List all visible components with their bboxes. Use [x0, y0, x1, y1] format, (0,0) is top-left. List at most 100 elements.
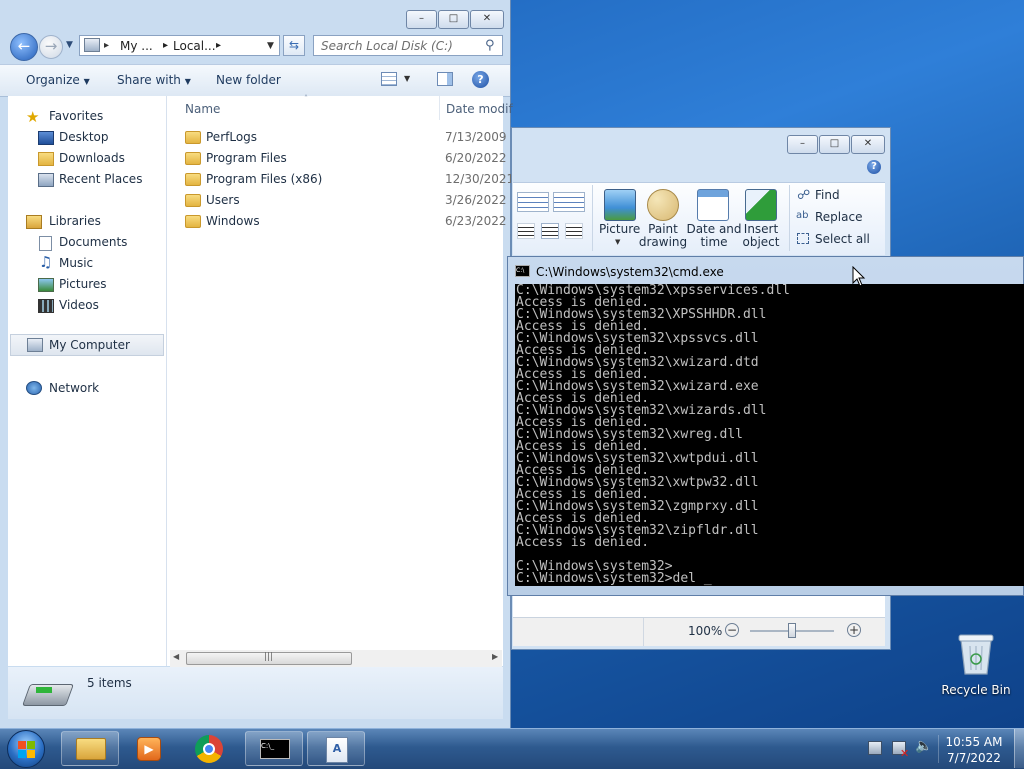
maximize-button[interactable]: □	[438, 10, 469, 29]
breadcrumb-separator-icon: ▸	[163, 40, 169, 51]
preview-pane-icon[interactable]	[437, 72, 453, 86]
find-button[interactable]: Find	[815, 188, 840, 202]
justify-icon[interactable]	[541, 223, 559, 239]
paragraph-icon[interactable]	[565, 223, 583, 239]
address-bar[interactable]: ▸ My ... ▸ Local... ▸ ▼	[79, 35, 280, 56]
folder-icon	[185, 194, 201, 207]
file-date: 6/23/2022 7	[445, 214, 518, 228]
nav-documents[interactable]: Documents	[59, 235, 127, 249]
select-all-button[interactable]: Select all	[815, 232, 870, 246]
column-header-name[interactable]: Name	[185, 102, 220, 116]
breadcrumb-local-disk[interactable]: Local...	[173, 39, 216, 53]
close-button[interactable]: ✕	[851, 135, 885, 154]
explorer-window: – □ ✕ ← → ▼ ▸ My ... ▸ Local... ▸ ▼ ⇆ Se…	[0, 0, 518, 728]
minimize-button[interactable]: –	[406, 10, 437, 29]
scroll-left-icon[interactable]: ◀	[173, 652, 179, 661]
windows-logo-part	[27, 750, 35, 758]
nav-network[interactable]: Network	[49, 381, 99, 395]
address-dropdown-icon[interactable]: ▼	[267, 41, 274, 51]
paint-drawing-button[interactable]: Paint drawing	[637, 223, 689, 249]
picture-icon[interactable]	[604, 189, 636, 221]
search-input[interactable]: Search Local Disk (C:) ⚲	[313, 35, 503, 56]
folder-icon	[185, 131, 201, 144]
date-and-time-button[interactable]: Date and time	[686, 223, 742, 249]
cmd-icon: C:\	[515, 265, 530, 277]
item-count: 5 items	[87, 676, 132, 690]
file-name: Program Files (x86)	[206, 172, 323, 186]
zoom-out-icon[interactable]: −	[725, 623, 739, 637]
minimize-button[interactable]: –	[787, 135, 818, 154]
nav-videos[interactable]: Videos	[59, 298, 99, 312]
help-icon[interactable]: ?	[867, 160, 881, 174]
recycle-bin-icon	[958, 634, 994, 675]
column-header-date-modified[interactable]: Date modif	[446, 102, 513, 116]
column-divider[interactable]	[439, 96, 440, 120]
wordpad-icon: A	[326, 737, 348, 763]
command-bar: Organize ▼ Share with ▼ New folder ▼ ?	[0, 64, 510, 97]
back-arrow-icon[interactable]: ←	[10, 33, 38, 61]
nav-recent-places[interactable]: Recent Places	[59, 172, 142, 186]
windows-logo-part	[18, 750, 26, 758]
taskbar-cmd-button[interactable]: C:\_	[245, 731, 303, 766]
share-with-button[interactable]: Share with ▼	[117, 73, 191, 87]
close-button[interactable]: ✕	[470, 10, 504, 29]
cmd-console[interactable]: C:\Windows\system32\xpsservices.dll Acce…	[515, 284, 1024, 586]
nav-desktop[interactable]: Desktop	[59, 130, 109, 144]
nav-my-computer-selected[interactable]: My Computer	[10, 334, 164, 356]
action-center-flag-icon[interactable]	[868, 741, 882, 755]
taskbar-explorer-button[interactable]	[61, 731, 119, 766]
align-right-icon[interactable]	[517, 223, 535, 239]
dropdown-arrow-icon[interactable]: ▼	[615, 238, 620, 246]
system-clock[interactable]: 10:55 AM 7/7/2022	[944, 734, 1004, 766]
taskbar-media-player-button[interactable]: ▶	[120, 731, 178, 766]
scroll-right-icon[interactable]: ▶	[492, 652, 498, 661]
taskbar: ▶ C:\_ A ✕ 🔈	[0, 728, 1024, 769]
volume-icon[interactable]: 🔈	[915, 738, 932, 754]
breadcrumb-my-computer[interactable]: My ...	[120, 39, 153, 53]
list-bullets-icon[interactable]	[517, 192, 549, 212]
forward-arrow-icon[interactable]: →	[39, 35, 63, 59]
insert-picture-button[interactable]: Picture	[599, 223, 640, 236]
nav-downloads[interactable]: Downloads	[59, 151, 125, 165]
clock-date: 7/7/2022	[947, 751, 1001, 765]
search-placeholder: Search Local Disk (C:)	[321, 39, 453, 53]
paint-palette-icon[interactable]	[647, 189, 679, 221]
file-date: 6/20/2022 1	[445, 151, 518, 165]
line-spacing-icon[interactable]	[553, 192, 585, 212]
organize-button[interactable]: Organize ▼	[26, 73, 90, 87]
nav-favorites[interactable]: Favorites	[49, 109, 103, 123]
replace-icon[interactable]: ab	[796, 210, 808, 221]
scrollbar-thumb[interactable]: |||	[186, 652, 352, 665]
view-dropdown-icon[interactable]: ▼	[404, 74, 410, 83]
calendar-clock-icon[interactable]	[697, 189, 729, 221]
taskbar-wordpad-button[interactable]: A	[307, 731, 365, 766]
zoom-in-icon[interactable]: +	[847, 623, 861, 637]
search-icon[interactable]: ⚲	[485, 38, 495, 53]
recent-pages-chevron-icon[interactable]: ▼	[66, 40, 73, 50]
paint-canvas-area[interactable]	[513, 596, 885, 617]
view-options-icon[interactable]	[381, 72, 397, 86]
maximize-button[interactable]: □	[819, 135, 850, 154]
help-icon[interactable]: ?	[472, 71, 489, 88]
downloads-folder-icon	[38, 152, 54, 166]
insert-object-button[interactable]: Insert object	[737, 223, 785, 249]
replace-button[interactable]: Replace	[815, 210, 862, 224]
binoculars-icon[interactable]: ☍	[797, 188, 810, 203]
show-desktop-button[interactable]	[1014, 729, 1024, 768]
insert-object-icon[interactable]	[745, 189, 777, 221]
taskbar-chrome-button[interactable]	[182, 731, 240, 766]
windows-logo-icon	[18, 741, 26, 749]
select-all-icon[interactable]	[797, 233, 809, 244]
desktop-icon	[38, 131, 54, 145]
zoom-slider-thumb[interactable]	[788, 623, 796, 638]
file-date: 3/26/2022 6	[445, 193, 518, 207]
nav-music[interactable]: Music	[59, 256, 93, 270]
new-folder-button[interactable]: New folder	[216, 73, 281, 87]
nav-pictures[interactable]: Pictures	[59, 277, 107, 291]
ribbon-separator	[592, 185, 593, 251]
start-button[interactable]	[7, 730, 45, 768]
refresh-icon[interactable]: ⇆	[283, 35, 305, 56]
nav-libraries[interactable]: Libraries	[49, 214, 101, 228]
cmd-icon: C:\_	[260, 739, 290, 759]
recycle-bin-shortcut[interactable]: Recycle Bin	[938, 630, 1014, 700]
